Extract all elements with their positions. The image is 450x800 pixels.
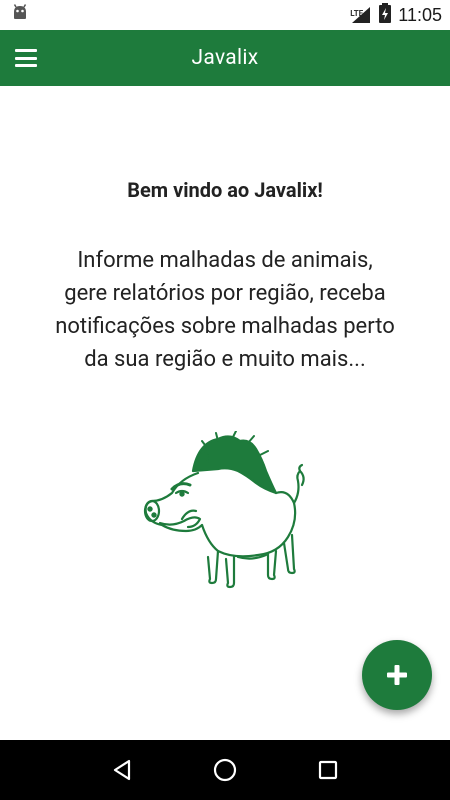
welcome-description: Informe malhadas de animais, gere relató…: [20, 244, 430, 376]
main-content: Bem vindo ao Javalix! Informe malhadas d…: [0, 86, 450, 740]
android-debug-icon: [10, 3, 30, 27]
menu-button[interactable]: [0, 30, 52, 86]
status-time: 11:05: [398, 4, 442, 25]
welcome-line: gere relatórios por região, receba: [64, 281, 386, 306]
system-nav-bar: [0, 740, 450, 800]
signal-icon: LTE: [350, 5, 372, 25]
recents-button[interactable]: [308, 750, 348, 790]
back-icon: [113, 759, 130, 781]
app-bar: Javalix: [0, 30, 450, 86]
welcome-line: notificações sobre malhadas perto: [55, 314, 395, 339]
welcome-line: Informe malhadas de animais,: [77, 248, 373, 273]
home-icon: [213, 758, 237, 782]
battery-icon: [378, 3, 392, 27]
home-button[interactable]: [205, 750, 245, 790]
status-bar: LTE 11:05: [0, 0, 450, 30]
hamburger-menu-icon: [15, 49, 37, 67]
wild-boar-illustration: [138, 430, 308, 591]
back-button[interactable]: [102, 750, 142, 790]
plus-icon: [387, 665, 407, 685]
app-title: Javalix: [191, 46, 259, 70]
welcome-title: Bem vindo ao Javalix!: [127, 178, 323, 202]
recents-icon: [319, 760, 338, 780]
add-report-button[interactable]: [362, 640, 432, 710]
welcome-line: da sua região e muito mais...: [84, 347, 366, 372]
